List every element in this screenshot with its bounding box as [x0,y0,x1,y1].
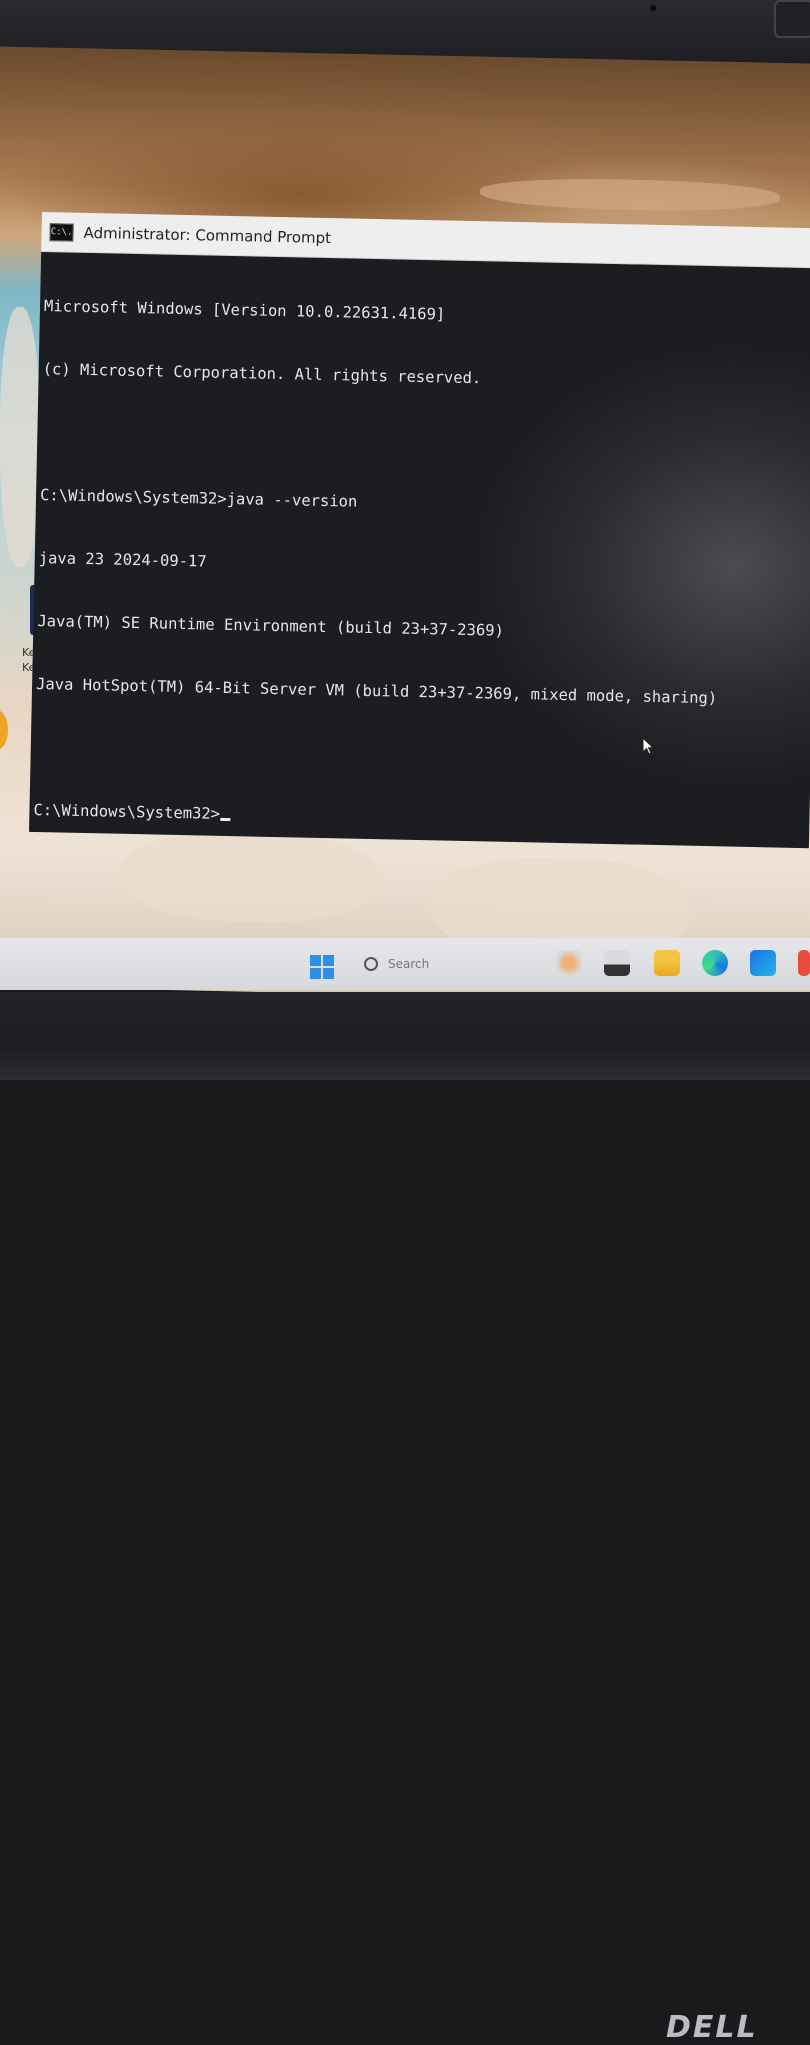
store-icon[interactable] [750,950,776,976]
console-line: (c) Microsoft Corporation. All rights re… [42,360,482,388]
text-cursor [219,817,230,822]
console-line: C:\Windows\System32>java --version [39,486,358,511]
console-line: Microsoft Windows [Version 10.0.22631.41… [43,297,446,324]
window-title: Administrator: Command Prompt [83,223,332,247]
console-line: java 23 2024-09-17 [38,549,207,571]
cmd-icon: C:\. [49,222,74,242]
console-prompt: C:\Windows\System32> [33,800,221,823]
mouse-pointer-icon [642,737,654,755]
dell-logo: DELL [666,2010,758,2045]
weather-widget-icon[interactable] [556,950,582,976]
console-output[interactable]: Microsoft Windows [Version 10.0.22631.41… [29,251,810,849]
windows-logo-icon [310,955,321,966]
console-line: Java(TM) SE Runtime Environment (build 2… [37,611,505,640]
windows-logo-icon [323,955,334,966]
bezel-button [774,0,810,38]
file-explorer-icon[interactable] [654,950,680,976]
task-view-icon[interactable] [604,950,630,976]
laptop-bezel-bottom: DELL [0,992,810,2045]
taskbar-app-icon[interactable] [798,950,810,976]
webcam-icon [650,5,656,11]
console-prompt-line[interactable]: C:\Windows\System32> [33,800,805,837]
windows-logo-icon [323,968,334,979]
console-line: Java HotSpot(TM) 64-Bit Server VM (build… [35,674,718,708]
start-button[interactable] [310,955,334,979]
edge-browser-icon[interactable] [702,950,728,976]
command-prompt-window[interactable]: C:\. Administrator: Command Prompt Micro… [29,212,810,849]
windows-logo-icon [310,968,321,979]
taskbar-search[interactable]: Search [358,952,508,976]
